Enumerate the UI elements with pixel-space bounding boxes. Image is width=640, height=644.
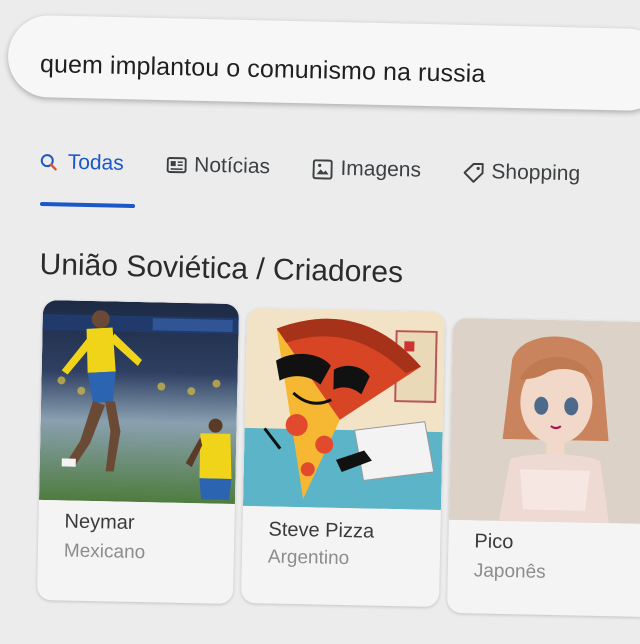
tab-label: Todas <box>67 150 125 175</box>
image-icon <box>312 159 333 180</box>
anime-girl-drawing[interactable] <box>448 317 640 525</box>
result-card-steve-pizza[interactable]: Steve Pizza Argentino <box>240 307 446 608</box>
tab-imagens[interactable]: Imagens <box>312 156 421 182</box>
search-tabs: Todas Notícias Imagens Shopping <box>39 150 618 187</box>
result-card-neymar[interactable]: Neymar Mexicano <box>36 299 240 605</box>
card-title: Steve Pizza <box>268 518 375 543</box>
result-card-pico[interactable]: Pico Japonês <box>446 317 640 618</box>
tab-todas[interactable]: Todas <box>39 150 124 176</box>
tab-label: Shopping <box>491 160 581 186</box>
tab-label: Notícias <box>193 153 271 179</box>
card-subtitle: Argentino <box>267 546 350 570</box>
active-tab-indicator <box>39 201 136 209</box>
card-title: Pico <box>474 530 514 554</box>
tab-shopping[interactable]: Shopping <box>463 160 580 187</box>
knowledge-panel-title: União Soviética / Criadores <box>39 248 404 290</box>
soccer-player-photo[interactable] <box>38 299 240 505</box>
cartoon-pizza-with-sunglasses[interactable] <box>242 307 446 511</box>
card-subtitle: Japonês <box>473 560 546 583</box>
tab-label: Imagens <box>340 156 422 182</box>
tag-icon <box>463 162 484 183</box>
news-icon <box>166 156 187 174</box>
card-subtitle: Mexicano <box>63 540 146 564</box>
tab-noticias[interactable]: Notícias <box>166 153 270 179</box>
search-icon <box>40 153 58 171</box>
card-title: Neymar <box>64 510 135 534</box>
